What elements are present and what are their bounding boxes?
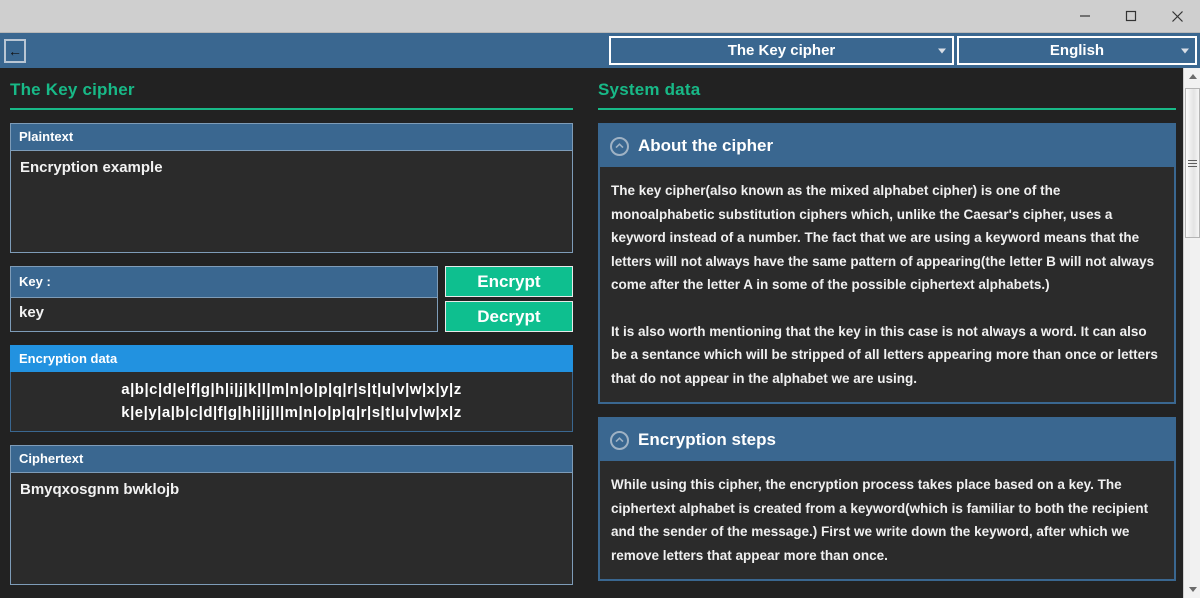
- maximize-icon: [1125, 10, 1137, 22]
- about-paragraph-1: The key cipher(also known as the mixed a…: [611, 183, 1155, 292]
- action-buttons: Encrypt Decrypt: [444, 266, 573, 332]
- encryption-steps-section: Encryption steps While using this cipher…: [598, 417, 1176, 581]
- left-panel: The Key cipher Plaintext Encryption exam…: [0, 68, 583, 598]
- about-paragraph-2: It is also worth mentioning that the key…: [611, 323, 1158, 386]
- plaintext-label: Plaintext: [10, 123, 573, 150]
- encryption-data-body: a|b|c|d|e|f|g|h|i|j|k|l|m|n|o|p|q|r|s|t|…: [10, 372, 573, 432]
- triangle-down-icon: [1188, 587, 1197, 592]
- scroll-down-button[interactable]: [1184, 581, 1200, 598]
- cipher-select[interactable]: The Key cipher: [609, 36, 954, 65]
- plaintext-input[interactable]: Encryption example: [10, 150, 573, 253]
- ciphertext-label: Ciphertext: [10, 445, 573, 472]
- key-label: Key :: [10, 266, 438, 297]
- about-the-cipher-section: About the cipher The key cipher(also kno…: [598, 123, 1176, 404]
- encrypt-button[interactable]: Encrypt: [444, 266, 573, 297]
- navigation-bar: ← The Key cipher English: [0, 33, 1200, 68]
- key-input[interactable]: key: [10, 297, 438, 332]
- cipher-select-value: The Key cipher: [727, 42, 836, 59]
- about-the-cipher-header[interactable]: About the cipher: [600, 125, 1174, 167]
- chevron-up-icon[interactable]: [610, 430, 629, 450]
- window-titlebar: [0, 0, 1200, 33]
- about-the-cipher-title: About the cipher: [638, 136, 774, 155]
- encryption-steps-title: Encryption steps: [638, 430, 776, 449]
- triangle-up-icon: [1188, 74, 1197, 79]
- right-panel-title: System data: [598, 80, 701, 99]
- right-panel: System data About the cipher The key cip…: [590, 68, 1200, 598]
- encryption-steps-header[interactable]: Encryption steps: [600, 419, 1174, 461]
- back-arrow-icon: ←: [8, 42, 22, 59]
- right-panel-divider: [598, 108, 1176, 110]
- decrypt-button[interactable]: Decrypt: [444, 301, 573, 332]
- encryption-steps-paragraph-1: While using this cipher, the encryption …: [611, 477, 1149, 563]
- key-field: Key : key: [10, 266, 438, 332]
- plaintext-field: Plaintext Encryption example: [10, 123, 573, 253]
- scroll-up-button[interactable]: [1184, 68, 1200, 85]
- ciphertext-field: Ciphertext Bmyqxosgnm bwklojb: [10, 445, 573, 585]
- minimize-icon: [1080, 15, 1090, 17]
- close-button[interactable]: [1154, 0, 1200, 33]
- key-row: Key : key Encrypt Decrypt: [10, 266, 573, 332]
- back-button[interactable]: ←: [4, 38, 26, 63]
- left-panel-title: The Key cipher: [10, 80, 135, 99]
- encryption-data-field: Encryption data a|b|c|d|e|f|g|h|i|j|k|l|…: [10, 345, 573, 432]
- close-icon: [1171, 10, 1183, 22]
- cipher-alphabet-row: k|e|y|a|b|c|d|f|g|h|i|j|l|m|n|o|p|q|r|s|…: [121, 404, 462, 421]
- content-area: The Key cipher Plaintext Encryption exam…: [0, 68, 1200, 598]
- plain-alphabet-row: a|b|c|d|e|f|g|h|i|j|k|l|m|n|o|p|q|r|s|t|…: [121, 381, 462, 398]
- application-window: ← The Key cipher English The Key cipher …: [0, 0, 1200, 598]
- language-select-value: English: [1049, 42, 1105, 59]
- language-select[interactable]: English: [957, 36, 1197, 65]
- left-panel-divider: [10, 108, 573, 110]
- encryption-steps-body: While using this cipher, the encryption …: [600, 461, 1174, 579]
- minimize-button[interactable]: [1062, 0, 1108, 33]
- maximize-button[interactable]: [1108, 0, 1154, 33]
- about-the-cipher-body: The key cipher(also known as the mixed a…: [600, 167, 1174, 402]
- right-panel-scrollbar[interactable]: [1183, 68, 1200, 598]
- chevron-up-icon[interactable]: [610, 136, 629, 156]
- chevron-down-icon: [938, 48, 946, 53]
- encryption-data-label: Encryption data: [10, 345, 573, 372]
- grip-icon: [1188, 158, 1197, 169]
- scrollbar-thumb[interactable]: [1185, 88, 1200, 238]
- chevron-down-icon: [1181, 48, 1189, 53]
- ciphertext-output[interactable]: Bmyqxosgnm bwklojb: [10, 472, 573, 585]
